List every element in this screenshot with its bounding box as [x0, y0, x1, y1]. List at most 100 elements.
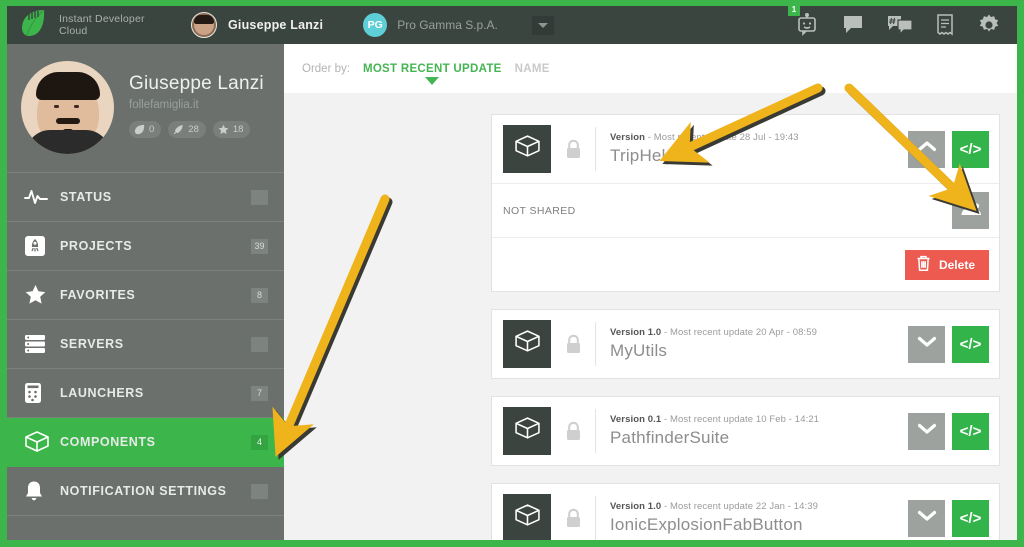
stat-pill-leaf: 0: [129, 121, 162, 138]
sort-direction-down-icon: [425, 76, 440, 85]
card-version: Version 1.0: [610, 327, 662, 338]
company-initials-badge: PG: [363, 13, 388, 37]
brand-line2: Cloud: [59, 25, 88, 37]
package-icon: [24, 430, 54, 454]
view-code-button[interactable]: </>: [952, 412, 989, 450]
sidebar-item-count: [251, 336, 268, 352]
app-frame: Instant Developer Cloud Giuseppe Lanzi P…: [7, 6, 1017, 540]
card-version: Version: [610, 132, 646, 143]
share-button[interactable]: [952, 192, 989, 229]
card-title: IonicExplosionFabButton: [610, 515, 803, 534]
profile-site: follefamiglia.it: [129, 99, 199, 111]
receipt-icon[interactable]: [935, 13, 955, 37]
package-tile: [503, 320, 551, 368]
delete-button[interactable]: Delete: [904, 249, 989, 280]
lock-icon: [565, 334, 582, 355]
sidebar-menu: STATUS PROJECTS 39 FAVORITES 8 SERVERS L…: [7, 172, 284, 540]
order-by-bar: Order by: MOST RECENT UPDATE NAME: [284, 44, 1017, 93]
sidebar-item-servers[interactable]: SERVERS: [7, 320, 284, 369]
sidebar-item-label: NOTIFICATION SETTINGS: [60, 484, 227, 498]
sidebar-item-favorites[interactable]: FAVORITES 8: [7, 271, 284, 320]
trash-icon: [916, 255, 931, 275]
logo-button[interactable]: [7, 6, 59, 44]
sidebar-item-label: LAUNCHERS: [60, 386, 144, 400]
lock-icon: [565, 508, 582, 529]
view-code-button[interactable]: </>: [952, 325, 989, 363]
company-selector[interactable]: PG Pro Gamma S.p.A.: [363, 13, 498, 37]
bot-icon[interactable]: 1: [788, 6, 819, 37]
sidebar-item-launchers[interactable]: LAUNCHERS 7: [7, 369, 284, 418]
sidebar-item-label: FAVORITES: [60, 288, 136, 302]
delete-button-label: Delete: [938, 257, 975, 272]
pulse-icon: [24, 188, 54, 206]
sidebar-item-status[interactable]: STATUS: [7, 173, 284, 222]
company-dropdown-button[interactable]: [531, 15, 554, 35]
sidebar-item-label: SERVERS: [60, 337, 124, 351]
component-card-myutils: Version 1.0 - Most recent update 20 Apr …: [491, 309, 1000, 379]
lock-icon: [565, 139, 582, 160]
sidebar-item-label: STATUS: [60, 190, 112, 204]
chevron-down-icon: [917, 422, 937, 440]
component-card-ionicexplosionfabbutton: Version 1.0 - Most recent update 22 Jan …: [491, 483, 1000, 540]
company-name: Pro Gamma S.p.A.: [397, 18, 498, 32]
sidebar-item-count: 39: [251, 238, 268, 254]
expand-button[interactable]: [908, 499, 945, 537]
rocket-icon: [173, 124, 184, 135]
divider: [595, 409, 596, 453]
sidebar-item-components[interactable]: COMPONENTS 4: [7, 418, 284, 467]
collapse-button[interactable]: [908, 130, 945, 168]
stat-value-star: 18: [232, 124, 244, 135]
card-title: TripHelper: [610, 146, 691, 165]
gear-icon[interactable]: [977, 13, 1001, 37]
card-text: Version 0.1 - Most recent update 10 Feb …: [610, 414, 908, 448]
view-code-button[interactable]: </>: [952, 499, 989, 537]
package-icon: [514, 503, 541, 533]
code-icon: </>: [959, 509, 982, 527]
sidebar-item-count: 7: [251, 385, 268, 401]
card-header[interactable]: Version 1.0 - Most recent update 20 Apr …: [492, 310, 999, 378]
hashtag-chat-icon[interactable]: [887, 14, 913, 36]
card-actions: </>: [908, 412, 989, 450]
card-version: Version 0.1: [610, 414, 662, 425]
chat-bubble-icon[interactable]: [841, 14, 865, 36]
share-row: NOT SHARED: [492, 183, 999, 237]
component-card-triphelper: Version - Most recent update 28 Jul - 19…: [491, 114, 1000, 292]
package-icon: [514, 416, 541, 446]
main-content: Order by: MOST RECENT UPDATE NAME Versio…: [284, 44, 1017, 540]
brand-text: Instant Developer Cloud: [59, 13, 169, 37]
code-icon: </>: [959, 422, 982, 440]
leaf-icon: [134, 124, 145, 135]
delete-row: Delete: [492, 237, 999, 291]
card-meta: Version 1.0 - Most recent update 22 Jan …: [610, 501, 908, 512]
stat-value-rocket: 28: [188, 124, 199, 135]
package-tile: [503, 494, 551, 540]
sidebar-item-notification-settings[interactable]: NOTIFICATION SETTINGS: [7, 467, 284, 516]
lock-icon: [565, 421, 582, 442]
component-card-pathfindersuite: Version 0.1 - Most recent update 10 Feb …: [491, 396, 1000, 466]
rocket-badge-icon: [24, 235, 54, 257]
card-header[interactable]: Version 0.1 - Most recent update 10 Feb …: [492, 397, 999, 465]
sidebar: Giuseppe Lanzi follefamiglia.it 0 28 18 …: [7, 44, 284, 540]
sidebar-item-count: [251, 483, 268, 499]
top-bar: Instant Developer Cloud Giuseppe Lanzi P…: [7, 6, 1017, 44]
code-icon: </>: [959, 140, 982, 158]
top-user[interactable]: Giuseppe Lanzi: [191, 12, 323, 38]
card-header[interactable]: Version - Most recent update 28 Jul - 19…: [492, 115, 999, 183]
order-option-name[interactable]: NAME: [515, 63, 550, 75]
code-icon: </>: [959, 335, 982, 353]
profile-stats: 0 28 18: [129, 121, 264, 138]
card-header[interactable]: Version 1.0 - Most recent update 22 Jan …: [492, 484, 999, 540]
stat-pill-star: 18: [212, 121, 251, 138]
sidebar-filler: [7, 516, 284, 540]
card-update: - Most recent update 28 Jul - 19:43: [645, 132, 799, 143]
sidebar-item-projects[interactable]: PROJECTS 39: [7, 222, 284, 271]
star-icon: [24, 284, 54, 306]
view-code-button[interactable]: </>: [952, 130, 989, 168]
expand-button[interactable]: [908, 325, 945, 363]
expand-button[interactable]: [908, 412, 945, 450]
card-meta: Version 0.1 - Most recent update 10 Feb …: [610, 414, 908, 425]
card-text: Version 1.0 - Most recent update 20 Apr …: [610, 327, 908, 361]
sidebar-item-label: COMPONENTS: [60, 435, 156, 449]
stat-pill-rocket: 28: [168, 121, 206, 138]
order-option-most-recent-update[interactable]: MOST RECENT UPDATE: [363, 63, 502, 85]
